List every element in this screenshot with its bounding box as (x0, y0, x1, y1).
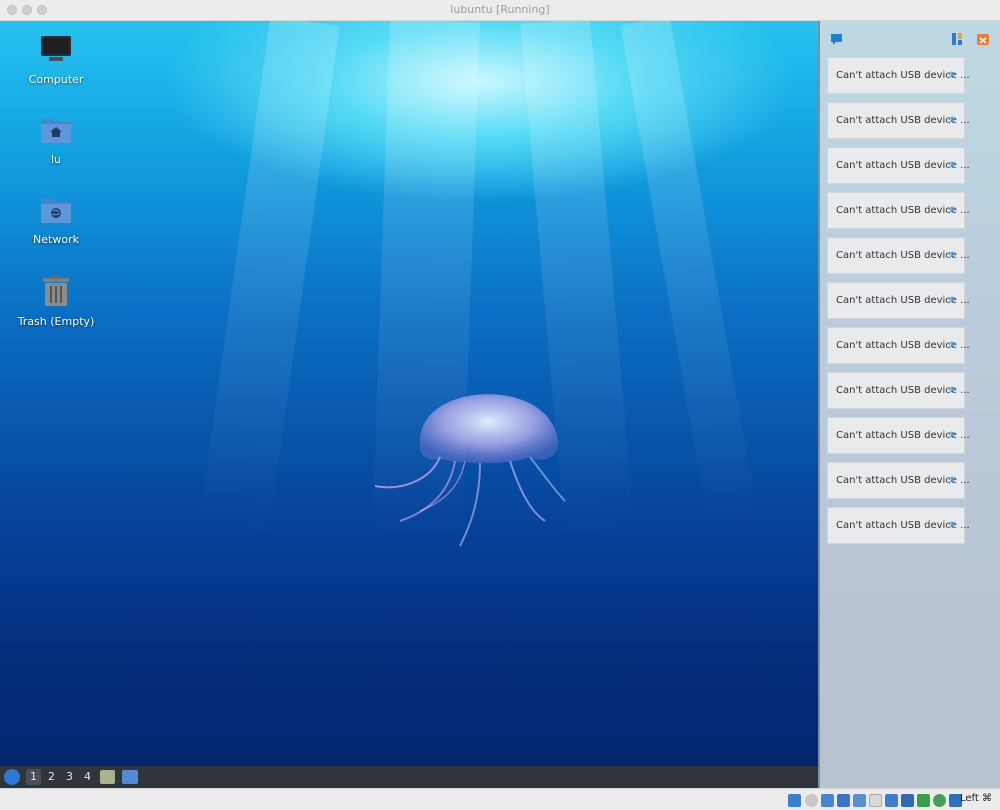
desktop-icon-label: lu (50, 153, 62, 166)
hard-disk-icon[interactable] (788, 794, 801, 807)
sort-notifications-icon[interactable] (951, 32, 964, 46)
light-ray (620, 21, 760, 538)
notification-close-icon[interactable] (947, 205, 957, 215)
workspace-1-button[interactable]: 1 (26, 769, 41, 785)
desktop-icon-label: Trash (Empty) (17, 315, 95, 328)
notification-close-icon[interactable] (947, 475, 957, 485)
notification-close-icon[interactable] (947, 340, 957, 350)
usb-icon[interactable] (853, 794, 866, 807)
computer-icon (41, 36, 71, 61)
desktop-icon-label: Computer (28, 73, 84, 86)
network-icon[interactable] (837, 794, 850, 807)
notification-item[interactable]: Can't attach USB device ... (827, 147, 970, 184)
desktop-icon-computer[interactable]: Computer (6, 35, 106, 86)
desktop-icon-network[interactable]: Network (6, 195, 106, 246)
clear-notifications-icon[interactable] (976, 32, 990, 46)
notification-item[interactable]: Can't attach USB device ... (827, 282, 970, 319)
desktop-icon-label: Network (33, 233, 79, 246)
optical-disk-icon[interactable] (805, 794, 818, 807)
virtualbox-window: lubuntu [Running] Computer lu Network Tr… (0, 0, 1000, 810)
vm-status-bar: Left ⌘ (0, 788, 1000, 810)
desktop-icon-trash[interactable]: Trash (Empty) (6, 275, 106, 328)
notification-item[interactable]: Can't attach USB device ... (827, 372, 970, 409)
notification-item[interactable]: Can't attach USB device ... (827, 507, 970, 544)
cpu-icon[interactable] (917, 794, 930, 807)
trash-icon (43, 275, 69, 306)
notification-item[interactable]: Can't attach USB device ... (827, 102, 970, 139)
show-desktop-icon[interactable] (122, 770, 138, 784)
notification-pin-icon[interactable] (830, 33, 843, 46)
workspace-2-button[interactable]: 2 (44, 769, 59, 785)
jellyfish-wallpaper-image (374, 394, 566, 547)
notification-item[interactable]: Can't attach USB device ... (827, 327, 970, 364)
notification-close-icon[interactable] (947, 295, 957, 305)
notification-item[interactable]: Can't attach USB device ... (827, 57, 970, 94)
title-bar: lubuntu [Running] (0, 0, 1000, 21)
notification-item[interactable]: Can't attach USB device ... (827, 462, 970, 499)
window-title: lubuntu [Running] (450, 3, 550, 16)
shared-folders-icon[interactable] (869, 794, 882, 807)
notification-close-icon[interactable] (947, 250, 957, 260)
audio-icon[interactable] (821, 794, 834, 807)
workspace-3-button[interactable]: 3 (62, 769, 77, 785)
notification-item[interactable]: Can't attach USB device ... (827, 192, 970, 229)
notification-header (820, 21, 1000, 57)
notification-close-icon[interactable] (947, 115, 957, 125)
network-folder-icon (41, 199, 71, 223)
taskbar-panel: 1 2 3 4 (0, 766, 818, 788)
notification-close-icon[interactable] (947, 520, 957, 530)
guest-screen[interactable]: Computer lu Network Trash (Empty) 1 2 3 … (0, 21, 1000, 788)
notification-close-icon[interactable] (947, 385, 957, 395)
notification-item[interactable]: Can't attach USB device ... (827, 417, 970, 454)
desktop-icon-home[interactable]: lu (6, 115, 106, 166)
home-folder-icon (41, 119, 71, 143)
notification-center: Can't attach USB device ... Can't attach… (818, 21, 1000, 788)
lubuntu-menu-icon[interactable] (4, 769, 20, 785)
notification-close-icon[interactable] (947, 70, 957, 80)
file-manager-launcher-icon[interactable] (100, 770, 115, 784)
notification-item[interactable]: Can't attach USB device ... (827, 237, 970, 274)
video-capture-icon[interactable] (901, 794, 914, 807)
light-ray (197, 21, 340, 541)
workspace-4-button[interactable]: 4 (80, 769, 95, 785)
mouse-integration-icon[interactable] (933, 794, 946, 807)
host-key-label: Left ⌘ (960, 793, 992, 804)
notification-close-icon[interactable] (947, 160, 957, 170)
display-icon[interactable] (885, 794, 898, 807)
notification-close-icon[interactable] (947, 430, 957, 440)
